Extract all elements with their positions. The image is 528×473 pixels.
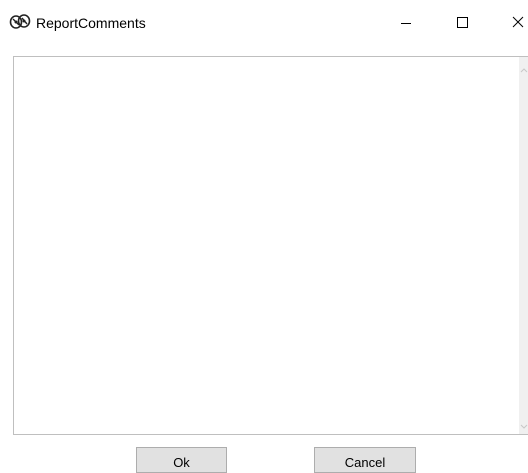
- report-comments-window: ReportComments Ok Cancel: [0, 0, 528, 473]
- minimize-icon: [401, 23, 411, 24]
- maximize-icon: [457, 17, 468, 28]
- comments-textarea[interactable]: [13, 56, 528, 435]
- close-icon: [512, 16, 524, 28]
- window-title: ReportComments: [36, 15, 146, 31]
- close-button[interactable]: [495, 0, 528, 46]
- cancel-button[interactable]: Cancel: [314, 447, 416, 473]
- ok-button[interactable]: Ok: [136, 447, 227, 473]
- vertical-scrollbar[interactable]: [519, 57, 528, 434]
- scroll-down-arrow-icon[interactable]: [520, 418, 528, 429]
- minimize-button[interactable]: [383, 0, 429, 46]
- title-bar[interactable]: ReportComments: [0, 0, 528, 46]
- maximize-button[interactable]: [439, 0, 485, 46]
- reports-icon: [9, 13, 31, 31]
- scroll-up-arrow-icon[interactable]: [520, 63, 528, 73]
